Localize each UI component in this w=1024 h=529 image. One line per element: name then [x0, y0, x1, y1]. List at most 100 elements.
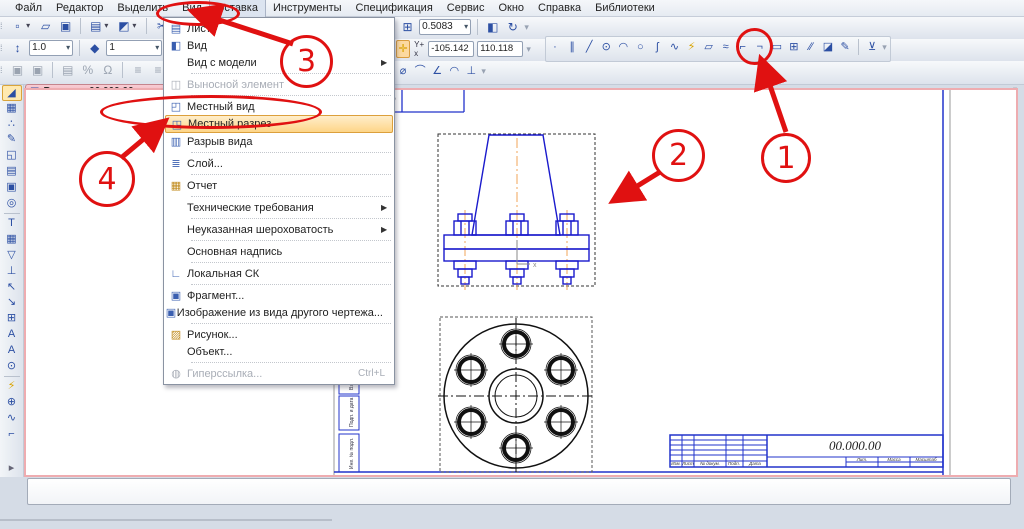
angular-dimension-icon[interactable]: ∠: [430, 62, 444, 80]
save-icon[interactable]: ▣: [57, 17, 74, 35]
copy-properties-icon[interactable]: ▣: [9, 61, 26, 79]
text-down-icon[interactable]: A: [2, 327, 22, 343]
panel-grip[interactable]: ▸: [2, 461, 22, 477]
menu-tools[interactable]: Инструменты: [266, 0, 349, 17]
zoom-combo[interactable]: 0.5083▾: [419, 19, 471, 35]
roughness-symbol-icon[interactable]: ▽: [2, 248, 22, 264]
text-right-icon[interactable]: A: [2, 343, 22, 359]
picture-icon: ▨: [165, 328, 187, 341]
menu-file[interactable]: Файл: [8, 0, 49, 17]
text-tool-icon[interactable]: T: [2, 216, 22, 232]
styles-brush-tool-icon[interactable]: ✎: [838, 38, 852, 56]
table-tool-icon[interactable]: ▦: [2, 232, 22, 248]
print-dropdown[interactable]: ▾: [104, 17, 112, 35]
layer-combo[interactable]: 1▾: [106, 40, 162, 56]
menu-item-local-cs[interactable]: ∟Локальная СК: [165, 265, 393, 282]
circle-tool-icon[interactable]: ⊙: [599, 38, 613, 56]
step-combo[interactable]: 1.0▾: [29, 40, 73, 56]
ellipse-tool-icon[interactable]: ○: [633, 38, 647, 56]
menu-libraries[interactable]: Библиотеки: [588, 0, 662, 17]
menu-item-view-break[interactable]: ▥Разрыв вида: [165, 133, 393, 150]
menu-specification[interactable]: Спецификация: [349, 0, 440, 17]
toolbar-overflow[interactable]: ▾: [481, 62, 487, 80]
lightning-tool-icon[interactable]: ⚡: [685, 38, 699, 56]
snap-icon[interactable]: ✛: [396, 40, 410, 58]
front-view[interactable]: x: [438, 134, 595, 290]
new-document-icon[interactable]: ▫: [9, 17, 26, 35]
hatch-tool-icon[interactable]: ∕∕: [804, 38, 818, 56]
menu-item-report[interactable]: ▦Отчет: [165, 177, 393, 194]
aux-line-tool-icon[interactable]: ∥: [565, 38, 579, 56]
polyline-tool-icon[interactable]: ∿: [667, 38, 681, 56]
arc-tool-icon[interactable]: ◠: [616, 38, 630, 56]
menu-item-fragment[interactable]: ▣Фрагмент...: [165, 287, 393, 304]
toolbar-overflow[interactable]: ▾: [524, 18, 530, 36]
leader-tool-icon[interactable]: ↖: [2, 280, 22, 296]
coord-x-field[interactable]: -105.142: [428, 41, 474, 57]
branch-leader-icon[interactable]: ↘: [2, 295, 22, 311]
menu-item-technical-requirements[interactable]: Технические требования▶: [165, 199, 393, 216]
menu-item-picture[interactable]: ▨Рисунок...: [165, 326, 393, 343]
open-icon[interactable]: ▱: [37, 17, 54, 35]
assembly-icon[interactable]: ▤: [59, 61, 76, 79]
svg-text:Лит.: Лит.: [856, 457, 868, 462]
menu-item-object[interactable]: Объект...: [165, 343, 393, 360]
datum-symbol-icon[interactable]: ⊥: [464, 62, 478, 80]
datum-tool-icon[interactable]: ⊥: [2, 264, 22, 280]
menu-service[interactable]: Сервис: [440, 0, 492, 17]
menu-item-unspecified-roughness[interactable]: Неуказанная шероховатость▶: [165, 221, 393, 238]
geometry-panel-icon[interactable]: ◢: [2, 85, 22, 101]
frame-tool-icon[interactable]: ⊞: [2, 311, 22, 327]
top-view[interactable]: [438, 317, 594, 474]
wave-line-icon[interactable]: ∿: [2, 411, 22, 427]
corner-tool-icon[interactable]: ⌐: [2, 427, 22, 443]
menu-edit[interactable]: Редактор: [49, 0, 110, 17]
segment-tool-icon[interactable]: ╱: [582, 38, 596, 56]
refresh-icon[interactable]: ↻: [504, 18, 521, 36]
camera-view-icon[interactable]: ◎: [2, 196, 22, 212]
collect-contour-tool-icon[interactable]: ⊞: [787, 38, 801, 56]
copy-object-icon[interactable]: ▣: [29, 61, 46, 79]
print-icon[interactable]: ▤: [87, 17, 104, 35]
toolbar-grip[interactable]: ⁞: [0, 39, 6, 57]
preview-dropdown[interactable]: ▾: [132, 17, 140, 35]
marker-tool-icon[interactable]: ⊙: [2, 359, 22, 375]
point-tool-icon[interactable]: ·: [548, 38, 562, 56]
menu-item-image-from-other-drawing[interactable]: ▣Изображение из вида другого чертежа...: [165, 304, 393, 321]
bezier-tool-icon[interactable]: ʃ: [650, 38, 664, 56]
snap-points-icon[interactable]: ∴: [2, 117, 22, 133]
menu-item-view[interactable]: ◧Вид: [165, 37, 393, 54]
grid-panel-icon[interactable]: ▦: [2, 101, 22, 117]
menu-window[interactable]: Окно: [491, 0, 531, 17]
toolbar-grip[interactable]: ⁞: [0, 61, 6, 79]
lightning-panel-icon[interactable]: ⚡: [2, 379, 22, 395]
omega-icon[interactable]: Ω: [99, 61, 116, 79]
layout-tool-icon[interactable]: ▣: [2, 180, 22, 196]
target-snap-icon[interactable]: ⊕: [2, 395, 22, 411]
fill-area-tool-icon[interactable]: ◪: [821, 38, 835, 56]
contour-tool-icon[interactable]: ▱: [702, 38, 716, 56]
toolbar-grip[interactable]: ⁞: [0, 17, 6, 35]
diameter-dimension-icon[interactable]: ⌀: [396, 62, 410, 80]
zoom-area-icon[interactable]: ⊞: [399, 18, 416, 36]
coord-y-field[interactable]: 110.118: [477, 41, 523, 57]
preview-icon[interactable]: ◩: [115, 17, 132, 35]
menu-item-layer[interactable]: ≣Слой...: [165, 155, 393, 172]
new-document-dropdown[interactable]: ▾: [26, 17, 34, 35]
menu-item-title-block[interactable]: Основная надпись: [165, 243, 393, 260]
stamp-tool-icon[interactable]: ⊻: [865, 38, 879, 56]
percent-icon[interactable]: %: [79, 61, 96, 79]
radial-dimension-icon[interactable]: ⌒: [413, 62, 427, 80]
edit-tool-icon[interactable]: ✎: [2, 132, 22, 148]
fit-sheet-icon[interactable]: ◧: [484, 18, 501, 36]
spline-tool-icon[interactable]: ≈: [719, 38, 733, 56]
toolbar-overflow[interactable]: ▾: [882, 38, 888, 56]
toolbar-overflow[interactable]: ▾: [526, 40, 532, 58]
property-bar[interactable]: [27, 478, 1011, 505]
arc-dimension-icon[interactable]: ◠: [447, 62, 461, 80]
view-window-icon[interactable]: ◱: [2, 148, 22, 164]
align-icon[interactable]: ≡: [130, 61, 147, 79]
menu-help[interactable]: Справка: [531, 0, 588, 17]
menu-item-view-from-model[interactable]: Вид с модели▶: [165, 54, 393, 71]
sheet-tool-icon[interactable]: ▤: [2, 164, 22, 180]
